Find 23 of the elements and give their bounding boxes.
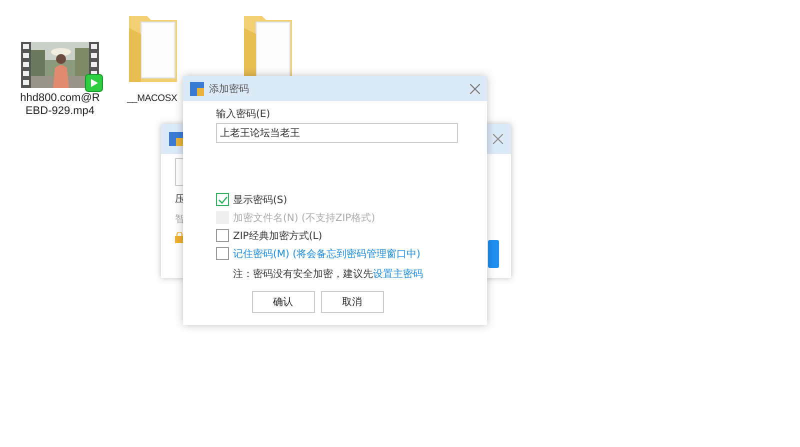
folder-label[interactable]: __MACOSX [127, 92, 178, 105]
app-icon [190, 82, 204, 96]
confirm-button[interactable]: 确认 [252, 291, 314, 313]
film-strip-icon [21, 42, 31, 88]
checkbox[interactable] [216, 247, 229, 260]
close-icon[interactable] [470, 84, 480, 94]
note-text: 注：密码没有安全加密，建议先 [233, 269, 373, 280]
checkbox-label[interactable]: 记住密码(M) (将会备忘到密码管理窗口中) [233, 246, 420, 260]
lock-icon [175, 232, 184, 243]
cancel-button[interactable]: 取消 [320, 291, 384, 313]
checkbox[interactable] [216, 193, 229, 206]
close-icon[interactable] [493, 134, 503, 144]
app-icon [169, 132, 183, 146]
checkbox-label[interactable]: ZIP经典加密方式(L) [233, 228, 322, 242]
checkbox-label[interactable]: 显示密码(S) [233, 192, 288, 206]
password-field[interactable]: 上老王论坛当老王 [216, 123, 458, 143]
master-password-link[interactable]: 设置主密码 [373, 269, 423, 280]
player-badge-icon [85, 74, 103, 92]
file-label[interactable]: hhd800.com@REBD-929.mp4 [20, 92, 100, 118]
window-title: 添加密码 [209, 82, 249, 96]
checkbox[interactable] [216, 229, 229, 242]
folder-icon[interactable] [127, 14, 179, 84]
field-label: 输入密码(E) [216, 108, 272, 121]
